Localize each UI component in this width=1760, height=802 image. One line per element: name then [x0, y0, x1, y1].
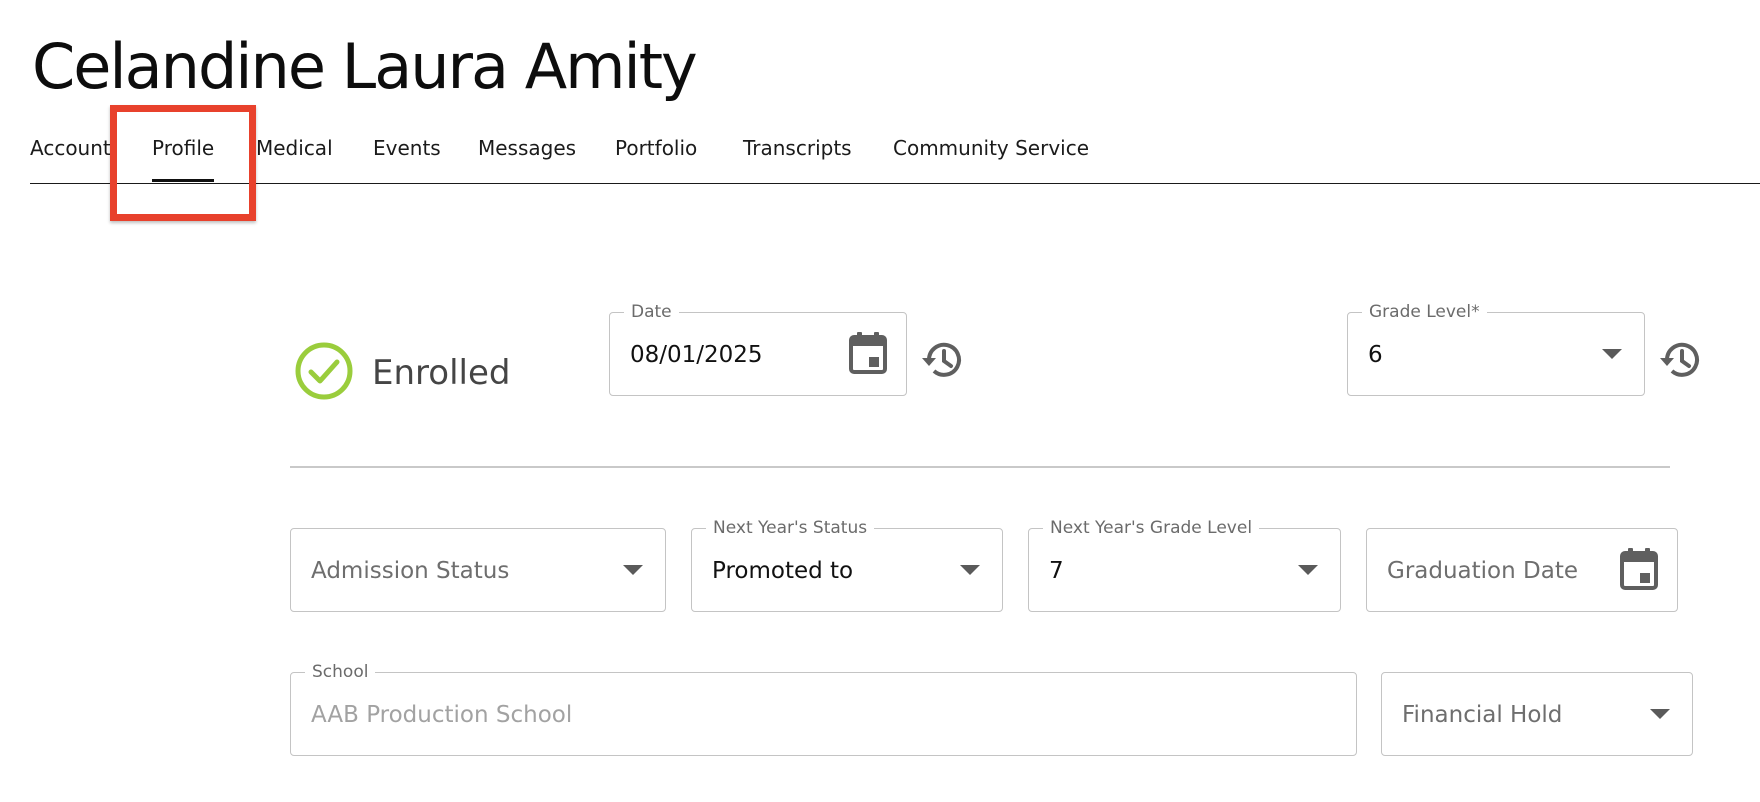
next-year-status-label: Next Year's Status [706, 518, 875, 538]
calendar-icon[interactable] [848, 331, 888, 375]
school-field: School AAB Production School [290, 662, 1357, 756]
school-value: AAB Production School [311, 702, 573, 728]
date-history-icon[interactable] [920, 337, 966, 383]
tab-account[interactable]: Account [30, 136, 111, 182]
page-title: Celandine Laura Amity [32, 30, 698, 103]
next-year-status-select[interactable]: Next Year's Status Promoted to [691, 518, 1003, 612]
school-label: School [305, 662, 376, 682]
tab-events[interactable]: Events [373, 136, 441, 182]
tab-medical[interactable]: Medical [256, 136, 333, 182]
date-field[interactable]: Date 08/01/2025 [609, 302, 907, 396]
calendar-icon[interactable] [1619, 547, 1659, 591]
graduation-date-placeholder: Graduation Date [1387, 558, 1578, 584]
status-label: Enrolled [372, 353, 511, 393]
grade-history-icon[interactable] [1658, 337, 1704, 383]
financial-hold-placeholder: Financial Hold [1402, 702, 1563, 728]
next-year-grade-label: Next Year's Grade Level [1043, 518, 1260, 538]
financial-hold-select[interactable]: Financial Hold [1381, 672, 1693, 756]
tab-transcripts[interactable]: Transcripts [743, 136, 852, 182]
grade-level-select[interactable]: Grade Level* 6 [1347, 302, 1645, 396]
section-divider [290, 466, 1670, 468]
grade-level-label: Grade Level* [1362, 302, 1487, 322]
grade-level-value: 6 [1368, 342, 1383, 368]
admission-status-select[interactable]: Admission Status [290, 528, 666, 612]
tab-portfolio[interactable]: Portfolio [615, 136, 697, 182]
next-year-grade-value: 7 [1049, 558, 1064, 584]
chevron-down-icon [960, 565, 980, 575]
check-circle-icon [295, 342, 353, 400]
chevron-down-icon [1650, 709, 1670, 719]
admission-status-placeholder: Admission Status [311, 558, 510, 584]
next-year-grade-select[interactable]: Next Year's Grade Level 7 [1028, 518, 1341, 612]
chevron-down-icon [1298, 565, 1318, 575]
tab-messages[interactable]: Messages [478, 136, 576, 182]
tab-highlight-annotation [110, 105, 256, 221]
chevron-down-icon [623, 565, 643, 575]
tab-community-service[interactable]: Community Service [893, 136, 1089, 182]
next-year-status-value: Promoted to [712, 558, 854, 584]
date-field-label: Date [624, 302, 679, 322]
tab-bar: Account Profile Medical Events Messages … [30, 122, 1760, 184]
date-field-value: 08/01/2025 [630, 342, 763, 368]
chevron-down-icon [1602, 349, 1622, 359]
graduation-date-field[interactable]: Graduation Date [1366, 528, 1678, 612]
